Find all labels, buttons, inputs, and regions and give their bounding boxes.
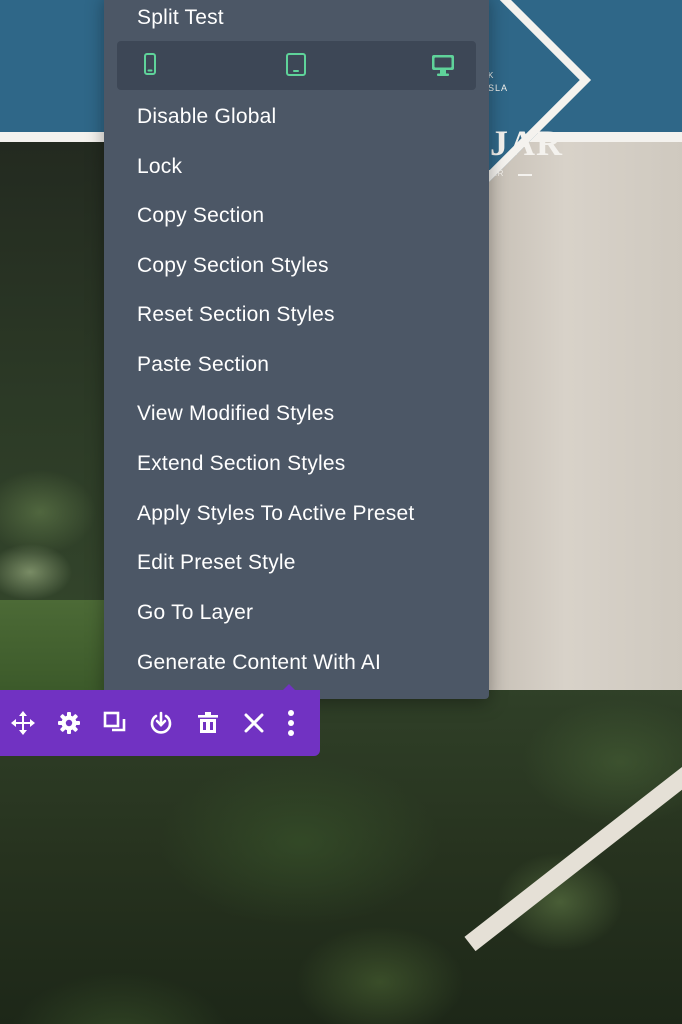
menu-item-edit-preset-style[interactable]: Edit Preset Style	[137, 550, 296, 576]
section-toolbar	[0, 690, 320, 756]
desktop-icon[interactable]	[430, 51, 454, 79]
background-lawn	[0, 600, 110, 690]
section-context-menu: Split Test Disable Global Lock Copy Sect…	[104, 0, 489, 699]
trash-icon[interactable]	[194, 709, 222, 737]
gear-icon[interactable]	[55, 709, 83, 737]
menu-item-extend-section-styles[interactable]: Extend Section Styles	[137, 451, 345, 477]
phone-icon[interactable]	[138, 51, 162, 79]
menu-item-reset-section-styles[interactable]: Reset Section Styles	[137, 302, 335, 328]
more-options-icon[interactable]	[277, 709, 305, 737]
duplicate-icon[interactable]	[101, 709, 129, 737]
menu-item-go-to-layer[interactable]: Go To Layer	[137, 600, 253, 626]
menu-item-copy-section-styles[interactable]: Copy Section Styles	[137, 253, 329, 279]
save-to-library-icon[interactable]	[147, 709, 175, 737]
logo-divider	[518, 174, 532, 176]
menu-item-copy-section[interactable]: Copy Section	[137, 203, 264, 229]
menu-item-split-test[interactable]: Split Test	[137, 5, 224, 31]
move-icon[interactable]	[9, 709, 37, 737]
builder-canvas: K SLA JAR TAR Split Test Disable Global …	[0, 0, 682, 1024]
menu-item-view-modified-styles[interactable]: View Modified Styles	[137, 401, 334, 427]
menu-item-disable-global[interactable]: Disable Global	[137, 104, 276, 130]
menu-item-lock[interactable]: Lock	[137, 154, 182, 180]
close-icon[interactable]	[240, 709, 268, 737]
logo-wordmark: JAR	[490, 123, 563, 163]
background-house-wall	[488, 142, 682, 690]
logo-top-line-2: SLA	[488, 83, 509, 93]
menu-item-generate-content-with-ai[interactable]: Generate Content With AI	[137, 650, 381, 676]
menu-item-apply-styles-to-active-preset[interactable]: Apply Styles To Active Preset	[137, 501, 414, 527]
menu-item-paste-section[interactable]: Paste Section	[137, 352, 269, 378]
tablet-icon[interactable]	[284, 51, 308, 79]
device-visibility-toggles	[117, 41, 476, 90]
